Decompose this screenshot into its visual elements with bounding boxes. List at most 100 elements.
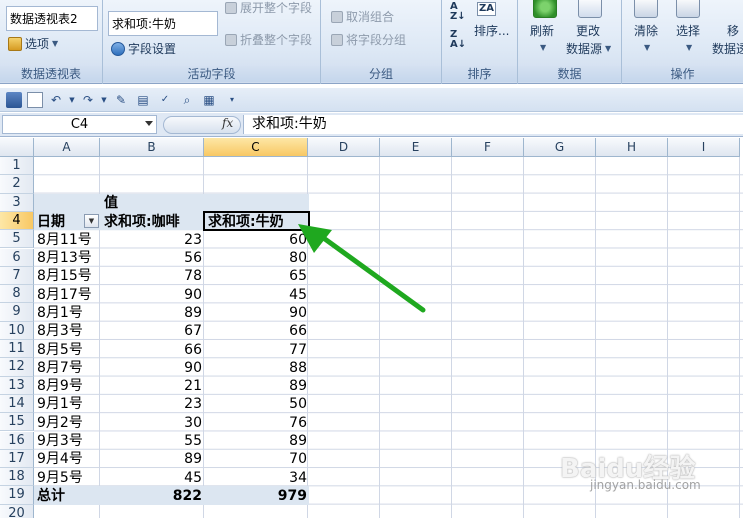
- date-cell[interactable]: 9月4号: [37, 450, 83, 468]
- expand-field-button[interactable]: 展开整个字段: [225, 0, 312, 16]
- milk-cell[interactable]: 66: [206, 322, 307, 340]
- row-header-2[interactable]: 2: [0, 175, 34, 194]
- change-source-button-2[interactable]: 数据源 ▼: [566, 40, 611, 57]
- milk-cell[interactable]: 89: [206, 377, 307, 395]
- date-cell[interactable]: 8月5号: [37, 341, 83, 359]
- total-coffee-cell[interactable]: 822: [104, 487, 202, 505]
- select-all-corner[interactable]: [0, 138, 34, 157]
- row-header-17[interactable]: 17: [0, 449, 34, 469]
- date-cell[interactable]: 8月17号: [37, 286, 92, 304]
- redo-dropdown-icon[interactable]: ▼: [96, 92, 112, 108]
- milk-cell[interactable]: 76: [206, 414, 307, 432]
- formula-input[interactable]: 求和项:牛奶: [243, 115, 743, 134]
- clear-button[interactable]: 清除: [634, 22, 658, 39]
- column-header-b[interactable]: B: [100, 138, 204, 157]
- undo-icon[interactable]: ↶: [48, 92, 64, 108]
- total-label-cell[interactable]: 总计: [37, 487, 65, 505]
- group-field-button[interactable]: 将字段分组: [331, 31, 406, 48]
- column-header-c[interactable]: C: [204, 138, 308, 157]
- change-source-button[interactable]: 更改: [576, 22, 600, 39]
- row-header-7[interactable]: 7: [0, 266, 34, 286]
- move-button[interactable]: 移: [727, 22, 739, 39]
- row-header-12[interactable]: 12: [0, 358, 34, 377]
- milk-cell[interactable]: 89: [206, 432, 307, 450]
- date-header-cell[interactable]: 日期: [37, 213, 65, 231]
- name-box[interactable]: C4: [2, 115, 157, 134]
- redo-icon[interactable]: ↷: [80, 92, 96, 108]
- date-cell[interactable]: 8月1号: [37, 304, 83, 322]
- milk-cell[interactable]: 60: [206, 231, 307, 249]
- coffee-header-cell[interactable]: 求和项:咖啡: [104, 213, 180, 231]
- pivot-name-input[interactable]: 数据透视表2: [6, 6, 98, 31]
- print-preview-icon[interactable]: ⌕: [179, 92, 195, 108]
- row-header-18[interactable]: 18: [0, 468, 34, 487]
- active-field-input[interactable]: 求和项:牛奶: [108, 11, 218, 36]
- refresh-dropdown-icon[interactable]: ▼: [540, 43, 546, 52]
- milk-cell[interactable]: 34: [206, 469, 307, 487]
- values-header-cell[interactable]: 值: [104, 194, 118, 212]
- row-header-10[interactable]: 10: [0, 321, 34, 340]
- row-header-19[interactable]: 19: [0, 486, 34, 505]
- format-painter-icon[interactable]: ✎: [113, 92, 129, 108]
- name-box-dropdown-icon[interactable]: [145, 121, 153, 126]
- active-cell-c4[interactable]: [203, 210, 310, 232]
- milk-cell[interactable]: 45: [206, 286, 307, 304]
- new-document-icon[interactable]: [27, 92, 43, 108]
- row-header-6[interactable]: 6: [0, 248, 34, 267]
- row-header-3[interactable]: 3: [0, 193, 34, 212]
- field-settings-button[interactable]: 字段设置: [111, 40, 176, 57]
- column-header-g[interactable]: G: [524, 138, 596, 157]
- milk-cell[interactable]: 88: [206, 359, 307, 377]
- customize-toolbar-icon[interactable]: ▾: [224, 92, 240, 108]
- coffee-cell[interactable]: 21: [104, 377, 202, 395]
- coffee-cell[interactable]: 90: [104, 286, 202, 304]
- coffee-cell[interactable]: 89: [104, 304, 202, 322]
- spelling-icon[interactable]: ✓: [157, 92, 173, 108]
- coffee-cell[interactable]: 56: [104, 249, 202, 267]
- row-header-15[interactable]: 15: [0, 413, 34, 432]
- milk-cell[interactable]: 50: [206, 395, 307, 413]
- date-cell[interactable]: 8月9号: [37, 377, 83, 395]
- milk-cell[interactable]: 77: [206, 341, 307, 359]
- coffee-cell[interactable]: 23: [104, 395, 202, 413]
- total-milk-cell[interactable]: 979: [206, 487, 307, 505]
- sort-az-icon[interactable]: A Z↓: [450, 2, 466, 22]
- column-header-d[interactable]: D: [308, 138, 380, 157]
- ungroup-button[interactable]: 取消组合: [331, 8, 394, 25]
- clear-dropdown-icon[interactable]: ▼: [644, 43, 650, 52]
- column-header-i[interactable]: I: [668, 138, 740, 157]
- date-cell[interactable]: 8月15号: [37, 267, 92, 285]
- column-header-h[interactable]: H: [596, 138, 668, 157]
- row-header-5[interactable]: 5: [0, 230, 34, 249]
- undo-dropdown-icon[interactable]: ▼: [64, 92, 80, 108]
- column-header-a[interactable]: A: [34, 138, 100, 157]
- row-header-13[interactable]: 13: [0, 376, 34, 395]
- save-icon[interactable]: [6, 92, 22, 108]
- sort-za-icon[interactable]: Z A↓: [450, 30, 466, 50]
- select-dropdown-icon[interactable]: ▼: [686, 43, 692, 52]
- date-filter-dropdown-icon[interactable]: ▼: [84, 214, 99, 228]
- coffee-cell[interactable]: 66: [104, 341, 202, 359]
- date-cell[interactable]: 8月11号: [37, 231, 92, 249]
- column-header-e[interactable]: E: [380, 138, 452, 157]
- row-header-1[interactable]: 1: [0, 157, 34, 176]
- coffee-cell[interactable]: 90: [104, 359, 202, 377]
- date-cell[interactable]: 9月3号: [37, 432, 83, 450]
- date-cell[interactable]: 8月13号: [37, 249, 92, 267]
- date-cell[interactable]: 9月1号: [37, 395, 83, 413]
- collapse-field-button[interactable]: 折叠整个字段: [225, 31, 312, 48]
- form-icon[interactable]: ▤: [135, 92, 151, 108]
- milk-cell[interactable]: 80: [206, 249, 307, 267]
- column-header-f[interactable]: F: [452, 138, 524, 157]
- coffee-cell[interactable]: 67: [104, 322, 202, 340]
- row-header-4[interactable]: 4: [0, 211, 34, 231]
- select-button[interactable]: 选择: [676, 22, 700, 39]
- insert-function-icon[interactable]: fx: [222, 116, 233, 130]
- row-header-8[interactable]: 8: [0, 285, 34, 304]
- coffee-cell[interactable]: 23: [104, 231, 202, 249]
- date-cell[interactable]: 9月2号: [37, 414, 83, 432]
- date-cell[interactable]: 8月3号: [37, 322, 83, 340]
- row-header-9[interactable]: 9: [0, 303, 34, 322]
- date-cell[interactable]: 8月7号: [37, 359, 83, 377]
- coffee-cell[interactable]: 89: [104, 450, 202, 468]
